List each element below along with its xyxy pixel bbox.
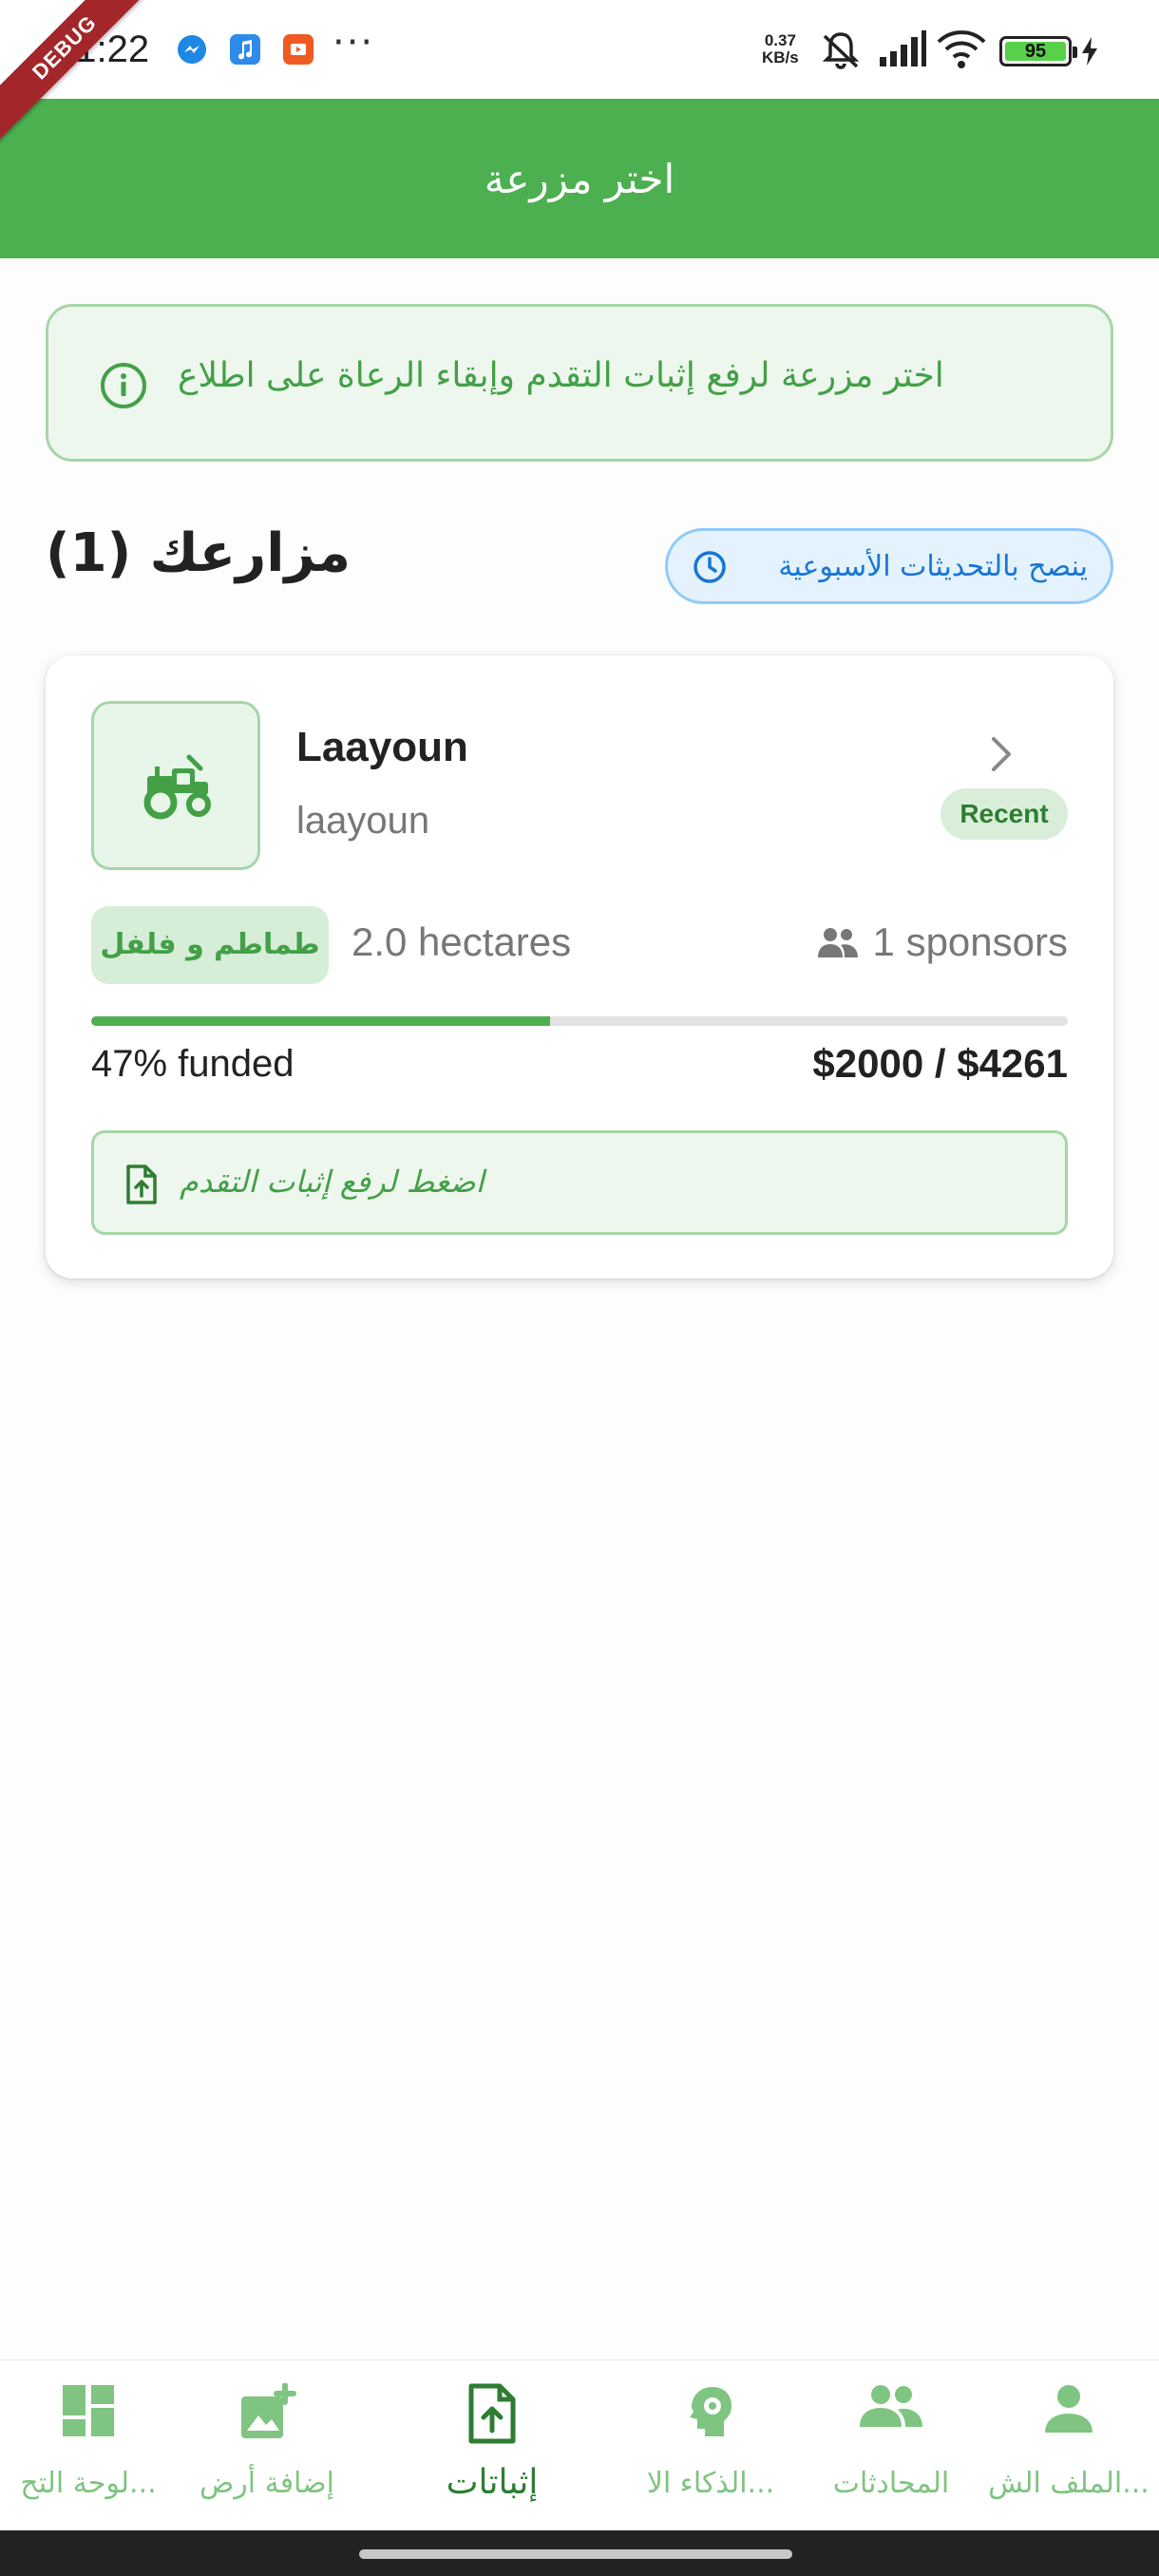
battery-indicator: 95 xyxy=(999,36,1077,66)
farm-thumbnail xyxy=(91,701,260,870)
nav-label-profile: ...الملف الش xyxy=(988,2467,1150,2500)
nav-item-add-land[interactable]: إضافة أرض xyxy=(177,2360,357,2531)
nav-label-chats: المحادثات xyxy=(832,2467,950,2500)
dashboard-icon xyxy=(61,2383,116,2442)
farm-name: Laayoun xyxy=(296,724,468,770)
chevron-right-icon[interactable] xyxy=(982,731,1020,777)
video-app-icon xyxy=(283,34,314,65)
home-gesture-handle[interactable] xyxy=(359,2549,792,2559)
music-app-icon xyxy=(230,34,260,65)
nav-item-chats[interactable]: المحادثات xyxy=(813,2360,969,2531)
nav-item-proofs[interactable]: إثباتات xyxy=(399,2360,585,2531)
nav-label-add-land: إضافة أرض xyxy=(199,2467,334,2500)
weekly-updates-text: ينصح بالتحديثات الأسبوعية xyxy=(778,550,1088,583)
farm-area: 2.0 hectares xyxy=(352,919,572,964)
funding-amount: $2000 / $4261 xyxy=(812,1041,1068,1086)
nav-label-ai-assistant: ...الذكاء الا xyxy=(646,2467,775,2500)
upload-file-icon xyxy=(123,1164,161,1205)
funding-progress-fill xyxy=(91,1016,551,1026)
battery-level: 95 xyxy=(1005,42,1066,61)
page-title: اختر مزرعة xyxy=(484,155,675,202)
network-speed-value: 0.37 xyxy=(764,31,796,49)
people-icon xyxy=(816,925,860,959)
funded-percentage: 47% funded xyxy=(91,1043,294,1085)
farm-card[interactable]: Laayoun laayoun Recent طماطم و فلفل 2.0 … xyxy=(46,655,1113,1279)
app-bar: اختر مزرعة xyxy=(0,99,1159,258)
nav-label-dashboard: ...لوحة التح xyxy=(20,2467,157,2500)
person-icon xyxy=(1043,2383,1094,2438)
bottom-navigation: ...لوحة التح إضافة أرض إثباتات ...الذكاء… xyxy=(0,2359,1159,2530)
farm-location: laayoun xyxy=(296,800,430,842)
more-notifications-indicator: ··· xyxy=(332,21,375,65)
sponsors-count: 1 sponsors xyxy=(816,919,1068,965)
bell-muted-icon xyxy=(819,28,863,76)
upload-file-icon xyxy=(466,2383,519,2448)
funding-progress-bar xyxy=(91,1016,1068,1026)
nav-item-profile[interactable]: ...الملف الش xyxy=(978,2360,1159,2531)
messenger-icon xyxy=(177,34,207,65)
info-icon xyxy=(100,362,147,409)
system-navigation-bar xyxy=(0,2530,1159,2576)
add-image-icon xyxy=(238,2382,296,2446)
ai-brain-icon xyxy=(684,2383,737,2442)
tractor-icon xyxy=(143,754,211,820)
network-speed: 0.37 KB/s xyxy=(762,32,799,66)
clock-icon xyxy=(693,550,727,584)
crop-chip: طماطم و فلفل xyxy=(91,906,329,984)
nav-item-dashboard[interactable]: ...لوحة التح xyxy=(0,2360,177,2531)
upload-cta-text: اضغط لرفع إثبات التقدم xyxy=(180,1164,484,1200)
upload-progress-button[interactable]: اضغط لرفع إثبات التقدم xyxy=(91,1130,1068,1235)
battery-tip xyxy=(1073,47,1077,58)
nav-label-proofs: إثباتات xyxy=(446,2463,539,2502)
status-bar: 11:22 ··· 0.37 KB/s 95 xyxy=(0,0,1159,99)
signal-icon xyxy=(878,28,927,74)
recent-badge: Recent xyxy=(940,788,1068,840)
info-banner: اختر مزرعة لرفع إثبات التقدم وإبقاء الرع… xyxy=(46,304,1113,462)
network-speed-unit: KB/s xyxy=(762,48,799,66)
sponsors-text: 1 sponsors xyxy=(872,919,1068,964)
weekly-updates-chip: ينصح بالتحديثات الأسبوعية xyxy=(665,528,1113,604)
nav-item-ai-assistant[interactable]: ...الذكاء الا xyxy=(608,2360,813,2531)
people-icon xyxy=(858,2383,924,2433)
farms-section-title: مزارعك (1) xyxy=(46,522,351,584)
wifi-icon xyxy=(937,28,986,74)
info-banner-text: اختر مزرعة لرفع إثبات التقدم وإبقاء الرع… xyxy=(178,356,944,395)
charging-icon xyxy=(1079,36,1100,70)
